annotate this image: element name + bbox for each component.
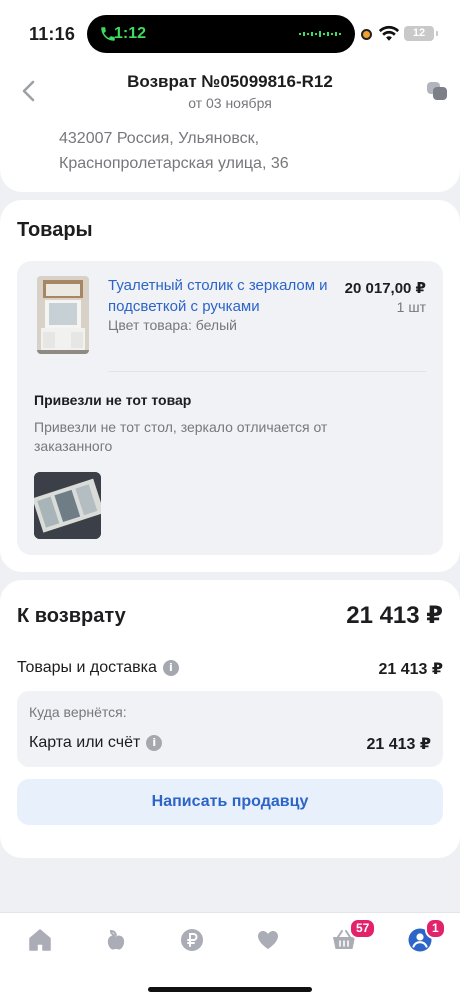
chat-icon[interactable] [426,80,448,102]
return-header: Возврат №05099816-R12 от 03 ноября 43200… [0,64,460,192]
items-and-delivery-label: Товары и доставка [17,659,157,676]
refund-destination-value: 21 413 ₽ [366,736,431,753]
home-indicator [148,987,312,992]
delivery-address: 432007 Россия, Ульяновск, Краснопролетар… [59,126,289,176]
apple-icon[interactable] [103,927,129,953]
divider [108,371,426,372]
address-line-2: Краснопролетарская улица, 36 [59,155,289,172]
product-card: Туалетный столик с зеркалом и подсветкой… [17,261,443,555]
status-time: 11:16 [29,24,76,44]
refund-title: К возврату [17,605,126,627]
attached-photo[interactable] [34,472,101,539]
items-and-delivery-row: Товары и доставка i [17,659,179,677]
call-duration: 1:12 [114,25,147,42]
refund-destination-row: Карта или счёт i [29,734,163,752]
audio-wave-icon [299,31,341,37]
goods-section: Товары Туалетный столик с зеркалом и под… [0,200,460,572]
product-name-link[interactable]: Туалетный столик с зеркалом и подсветкой… [108,275,328,317]
wifi-icon [378,25,400,41]
refund-destination-caption: Куда вернётся: [29,704,127,720]
info-icon[interactable]: i [162,660,179,676]
items-and-delivery-value: 21 413 ₽ [378,661,443,678]
privacy-indicator [361,29,372,40]
dynamic-island[interactable]: 1:12 [87,15,355,53]
bottom-tab-bar: 57 1 [0,912,460,1000]
product-price: 20 017,00 ₽ [344,280,426,297]
home-icon[interactable] [27,927,53,953]
basket-badge: 57 [349,918,377,939]
refund-destination-label: Карта или счёт [29,734,141,751]
section-title: Товары [17,219,93,241]
return-reason-text: Привезли не тот стол, зеркало отличается… [34,419,328,454]
status-bar: 11:16 1:12 12 [0,0,460,64]
return-reason-title: Привезли не тот товар [34,392,192,408]
info-icon[interactable]: i [146,735,163,751]
product-color: Цвет товара: белый [108,317,237,333]
refund-section: К возврату 21 413 ₽ Товары и доставка i 2… [0,580,460,858]
product-thumbnail[interactable] [37,276,89,354]
page-subtitle: от 03 ноября [188,95,272,111]
product-quantity: 1 шт [396,299,426,315]
write-seller-button[interactable]: Написать продавцу [17,779,443,825]
battery-indicator: 12 [404,26,438,41]
refund-total: 21 413 ₽ [346,602,443,629]
ruble-icon[interactable] [179,927,205,953]
page-title: Возврат №05099816-R12 [127,72,333,91]
refund-destination-box: Куда вернётся: Карта или счёт i 21 413 ₽ [17,691,443,767]
profile-badge: 1 [425,918,446,939]
heart-icon[interactable] [255,927,281,953]
address-line-1: 432007 Россия, Ульяновск, [59,130,260,147]
